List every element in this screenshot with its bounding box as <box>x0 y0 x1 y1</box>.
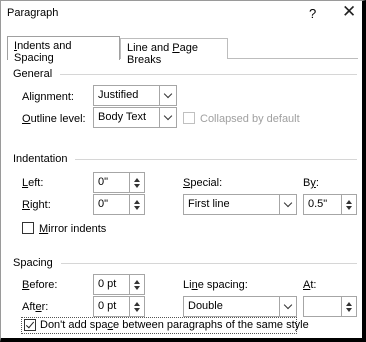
label-accel: O <box>22 113 31 125</box>
label-text: Aft <box>22 301 36 313</box>
section-indentation: Indentation <box>13 153 357 165</box>
special-dropdown[interactable]: First line <box>183 194 297 215</box>
label-text: ight: <box>29 199 51 211</box>
line-spacing-dropdown[interactable]: Double <box>183 296 297 317</box>
left-indent-value: 0" <box>98 176 109 188</box>
dont-add-space-label: Don't add space between paragraphs of th… <box>40 319 309 331</box>
line-spacing-label: Line spacing: <box>183 279 248 291</box>
dialog-title: Paragraph <box>7 7 59 19</box>
alignment-dropdown[interactable]: Justified <box>93 85 177 106</box>
dont-add-space-checkbox[interactable] <box>24 319 36 331</box>
label-text: Li <box>183 279 192 291</box>
section-heading: General <box>13 68 53 80</box>
outline-level-value: Body Text <box>98 111 147 123</box>
help-button[interactable]: ? <box>309 6 316 21</box>
divider <box>75 158 357 160</box>
section-spacing: Spacing <box>13 257 357 269</box>
chevron-down-icon[interactable] <box>279 195 296 214</box>
label-text: : <box>315 177 319 189</box>
spin-arrows-icon[interactable] <box>341 297 356 316</box>
section-general: General <box>13 68 357 80</box>
before-value: 0 pt <box>98 278 117 290</box>
spin-arrows-icon[interactable] <box>341 195 356 214</box>
outline-level-dropdown[interactable]: Body Text <box>93 107 177 128</box>
mirror-indents-label: Mirror indents <box>39 223 106 235</box>
chevron-down-icon[interactable] <box>159 108 176 127</box>
tab-strip: Indents and Spacing Line and Page Breaks <box>7 36 358 66</box>
alignment-label: Alignment: <box>22 91 74 103</box>
paragraph-dialog: Paragraph ? ✕ Indents and Spacing Line a… <box>0 0 366 342</box>
tab-label-accel: P <box>172 42 180 54</box>
spin-arrows-icon[interactable] <box>129 297 144 316</box>
tab-line-and-page-breaks[interactable]: Line and Page Breaks <box>120 38 228 66</box>
chevron-down-icon[interactable] <box>159 86 176 105</box>
after-input[interactable]: 0 pt <box>93 296 145 317</box>
after-value: 0 pt <box>98 300 117 312</box>
before-label: Before: <box>22 279 57 291</box>
chevron-down-icon[interactable] <box>279 297 296 316</box>
spin-arrows-icon[interactable] <box>129 275 144 294</box>
label-accel: M <box>39 223 49 235</box>
section-heading: Indentation <box>13 153 68 165</box>
by-label: By: <box>303 177 319 189</box>
by-input[interactable]: 0.5" <box>303 194 357 215</box>
tab-label: Line and <box>127 42 173 54</box>
collapsed-by-default-checkbox <box>183 112 195 124</box>
tab-label: ndents and Spacing <box>14 40 72 64</box>
left-indent-input[interactable]: 0" <box>93 172 145 193</box>
spin-arrows-icon[interactable] <box>129 173 144 192</box>
label-text: utline level: <box>30 113 86 125</box>
outline-level-label: Outline level: <box>22 113 86 125</box>
collapsed-by-default-label: Collapsed by default <box>200 113 300 125</box>
checkmark-icon <box>25 319 35 329</box>
special-value: First line <box>188 198 230 210</box>
label-text: r: <box>41 301 49 313</box>
line-spacing-value: Double <box>188 300 223 312</box>
close-icon[interactable]: ✕ <box>342 2 356 22</box>
tab-indents-and-spacing[interactable]: Indents and Spacing <box>7 36 120 64</box>
by-value: 0.5" <box>308 198 328 210</box>
right-indent-input[interactable]: 0" <box>93 194 145 215</box>
mirror-indents-checkbox[interactable] <box>22 222 34 234</box>
divider <box>60 73 357 75</box>
after-label: After: <box>22 301 48 313</box>
special-label: Special: <box>183 177 222 189</box>
spin-arrows-icon[interactable] <box>129 195 144 214</box>
label-text: irror indents <box>48 223 107 235</box>
at-input[interactable] <box>303 296 357 317</box>
right-indent-label: Right: <box>22 199 51 211</box>
section-heading: Spacing <box>13 257 53 269</box>
label-text: Don't add spa <box>40 319 108 331</box>
right-indent-value: 0" <box>98 198 109 210</box>
divider <box>60 262 357 264</box>
at-label: At: <box>303 279 316 291</box>
alignment-value: Justified <box>98 89 139 101</box>
label-text: efore: <box>29 279 58 291</box>
label-text: pecial: <box>190 177 223 189</box>
label-accel: R <box>22 199 30 211</box>
label-text: e spacing: <box>197 279 248 291</box>
before-input[interactable]: 0 pt <box>93 274 145 295</box>
label-text: Ali <box>22 91 35 103</box>
label-text: eft: <box>28 177 44 189</box>
label-text: t: <box>310 279 317 291</box>
label-text: nment: <box>40 91 74 103</box>
left-indent-label: Left: <box>22 177 43 189</box>
label-text: e between paragraphs of the same style <box>113 319 309 331</box>
